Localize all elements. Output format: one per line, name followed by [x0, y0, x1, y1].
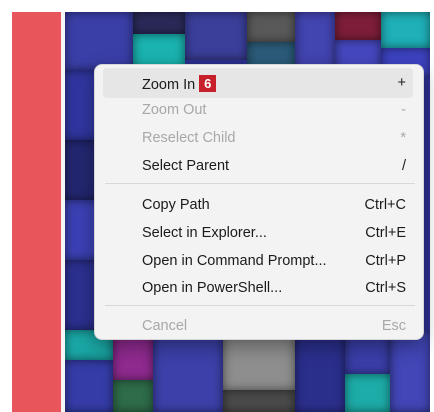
menu-item-shortcut: Ctrl+P: [365, 253, 406, 269]
treemap-block[interactable]: [335, 12, 381, 40]
menu-item-shortcut: Esc: [381, 318, 406, 334]
treemap-block[interactable]: [247, 12, 295, 42]
treemap-block[interactable]: [113, 380, 153, 412]
menu-item-label: Select in Explorer...: [142, 225, 267, 241]
menu-item-open-powershell[interactable]: Open in PowerShell... Ctrl+S: [103, 273, 413, 303]
treemap-block[interactable]: [133, 12, 185, 34]
treemap-block[interactable]: [153, 330, 223, 412]
treemap-block[interactable]: [223, 390, 295, 412]
treemap-block[interactable]: [65, 360, 113, 412]
treemap-block[interactable]: [345, 374, 390, 412]
menu-item-copy-path[interactable]: Copy Path Ctrl+C: [103, 190, 413, 220]
menu-item-zoom-in[interactable]: Zoom In 6 +: [103, 68, 413, 98]
menu-item-open-command-prompt[interactable]: Open in Command Prompt... Ctrl+P: [103, 246, 413, 276]
menu-item-zoom-out[interactable]: Zoom Out -: [103, 95, 413, 125]
menu-separator: [105, 183, 415, 184]
menu-item-label: Cancel: [142, 318, 188, 334]
menu-separator: [105, 305, 415, 306]
step-badge: 6: [199, 75, 217, 92]
menu-item-label: Open in PowerShell...: [142, 280, 283, 296]
menu-item-shortcut: Ctrl+S: [365, 280, 406, 296]
menu-item-shortcut: *: [400, 130, 406, 146]
menu-item-reselect-child[interactable]: Reselect Child *: [103, 123, 413, 153]
menu-item-select-in-explorer[interactable]: Select in Explorer... Ctrl+E: [103, 218, 413, 248]
menu-item-label: Zoom In: [142, 77, 196, 93]
treemap-block[interactable]: [185, 12, 247, 60]
treemap-block[interactable]: [295, 330, 345, 412]
menu-item-label: Copy Path: [142, 197, 210, 213]
left-panel: [12, 12, 61, 412]
treemap-block[interactable]: [390, 330, 430, 412]
menu-item-label: Reselect Child: [142, 130, 236, 146]
menu-item-label: Zoom Out: [142, 102, 207, 118]
menu-item-label: Select Parent: [142, 158, 230, 174]
treemap-block[interactable]: [65, 12, 133, 70]
menu-item-shortcut: /: [401, 158, 406, 174]
menu-item-shortcut: Ctrl+C: [364, 197, 407, 213]
menu-item-shortcut: +: [397, 75, 406, 91]
menu-item-select-parent[interactable]: Select Parent /: [103, 151, 413, 181]
menu-item-cancel[interactable]: Cancel Esc: [103, 311, 413, 341]
context-menu: Zoom In 6 + Zoom Out - Reselect Child * S…: [94, 64, 424, 340]
treemap-block[interactable]: [381, 12, 430, 48]
menu-item-shortcut: -: [401, 102, 406, 118]
menu-item-shortcut: Ctrl+E: [365, 225, 406, 241]
menu-item-label: Open in Command Prompt...: [142, 253, 327, 269]
